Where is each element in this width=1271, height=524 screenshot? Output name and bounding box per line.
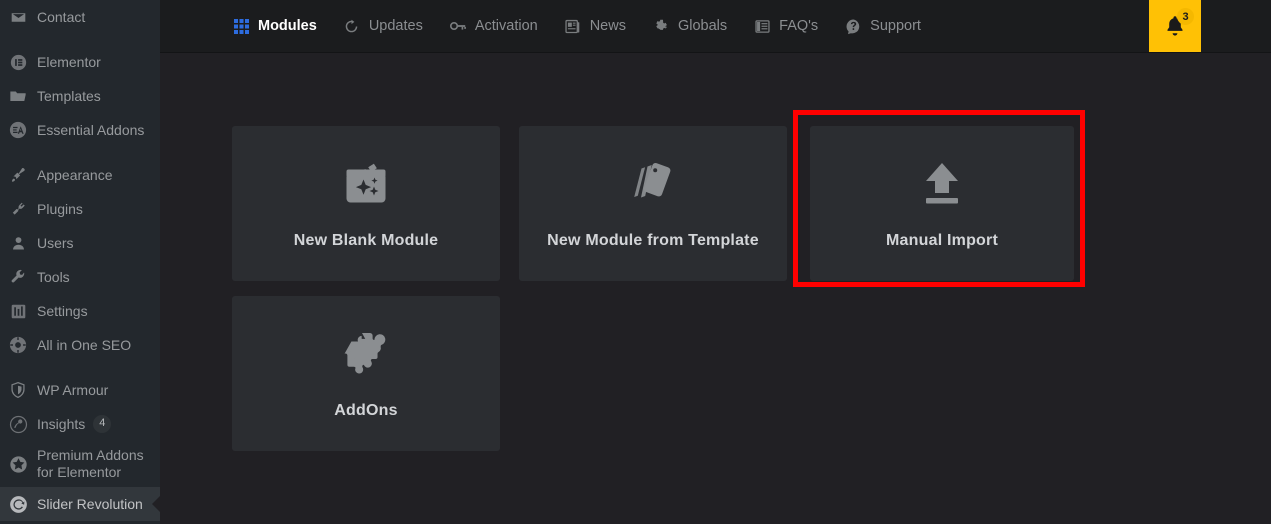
grid-icon (232, 17, 250, 35)
folder-icon (8, 86, 28, 106)
sidebar-item-contact[interactable]: Contact (0, 0, 160, 34)
sidebar-item-templates[interactable]: Templates (0, 79, 160, 113)
newspaper-icon (564, 17, 582, 35)
card-addons[interactable]: AddOns (232, 296, 500, 451)
sidebar-item-label: Plugins (37, 200, 83, 217)
tab-faqs[interactable]: FAQ's (753, 0, 818, 52)
sliders-icon (8, 301, 28, 321)
wrench-icon (8, 267, 28, 287)
sidebar-item-label: Settings (37, 302, 88, 319)
sidebar-item-label: Contact (37, 8, 86, 25)
sidebar-item-label: Insights (37, 415, 86, 432)
sidebar-divider (0, 362, 160, 373)
question-icon (844, 17, 862, 35)
sidebar-divider (0, 147, 160, 158)
user-icon (8, 233, 28, 253)
shield-icon (8, 380, 28, 400)
tab-support[interactable]: Support (844, 0, 921, 52)
sidebar-item-tools[interactable]: Tools (0, 260, 160, 294)
tab-label: Globals (677, 18, 728, 34)
modules-content-area: New Blank Module New Module from Templat… (160, 53, 1271, 524)
slider-revolution-modules-screen: Contact Elementor Templates Essential Ad… (0, 0, 1271, 524)
modules-top-navigation: Modules Updates Activation News Globals … (160, 0, 1271, 53)
sidebar-badge-count: 4 (93, 415, 112, 433)
sidebar-item-label: Elementor (37, 53, 101, 70)
wp-admin-sidebar: Contact Elementor Templates Essential Ad… (0, 0, 160, 524)
bell-icon (1162, 16, 1188, 43)
sidebar-item-elementor[interactable]: Elementor (0, 45, 160, 79)
tab-label: Activation (474, 18, 538, 34)
sidebar-item-premium-addons-for-elementor[interactable]: Premium Addons for Elementor (0, 441, 160, 487)
sidebar-item-settings[interactable]: Settings (0, 294, 160, 328)
sidebar-divider (0, 34, 160, 45)
notifications-button[interactable]: 3 (1149, 0, 1201, 52)
sidebar-item-label: Appearance (37, 166, 113, 183)
sidebar-item-label: Users (37, 234, 74, 251)
sidebar-item-users[interactable]: Users (0, 226, 160, 260)
mail-icon (8, 7, 28, 27)
sidebar-item-label: Premium Addons for Elementor (37, 447, 144, 480)
elementor-icon (8, 52, 28, 72)
tab-globals[interactable]: Globals (652, 0, 727, 52)
sidebar-item-insights[interactable]: Insights 4 (0, 407, 160, 441)
tab-label: Modules (258, 18, 317, 34)
key-icon (449, 17, 467, 35)
tab-label: News (589, 18, 626, 34)
sidebar-item-wp-armour[interactable]: WP Armour (0, 373, 160, 407)
paintbrush-icon (8, 165, 28, 185)
sidebar-item-all-in-one-seo[interactable]: All in One SEO (0, 328, 160, 362)
sidebar-item-label: Essential Addons (37, 121, 145, 138)
aioseo-icon (8, 335, 28, 355)
gear-icon (652, 17, 670, 35)
notification-count-badge: 3 (1177, 8, 1194, 25)
card-manual-import[interactable]: Manual Import (810, 126, 1074, 281)
template-cards-icon (627, 158, 679, 210)
upload-icon (916, 158, 968, 210)
slider-revolution-icon (8, 494, 28, 514)
sidebar-item-label: Templates (37, 87, 101, 104)
sidebar-item-label: Tools (37, 268, 70, 285)
essential-addons-icon (8, 120, 28, 140)
sidebar-item-plugins[interactable]: Plugins (0, 192, 160, 226)
card-new-blank-module[interactable]: New Blank Module (232, 126, 500, 281)
plug-icon (8, 199, 28, 219)
tab-news[interactable]: News (564, 0, 626, 52)
sidebar-item-label: Slider Revolution (37, 495, 143, 512)
sidebar-item-label: WP Armour (37, 381, 109, 398)
sidebar-item-slider-revolution[interactable]: Slider Revolution (0, 487, 160, 521)
tab-modules[interactable]: Modules (232, 0, 317, 52)
tab-label: FAQ's (779, 18, 819, 34)
tab-updates[interactable]: Updates (343, 0, 423, 52)
card-label: New Blank Module (293, 231, 439, 249)
card-label: New Module from Template (547, 231, 759, 249)
tab-label: Support (870, 18, 921, 34)
tab-activation[interactable]: Activation (449, 0, 538, 52)
card-new-module-from-template[interactable]: New Module from Template (519, 126, 787, 281)
insights-icon (8, 414, 28, 434)
sidebar-active-arrow-icon (152, 496, 160, 512)
card-label: AddOns (334, 401, 398, 419)
card-label: Manual Import (886, 231, 998, 249)
film-slate-sparkle-icon (340, 158, 392, 210)
star-badge-icon (8, 454, 28, 474)
sidebar-item-label: All in One SEO (37, 336, 132, 353)
puzzle-piece-icon (340, 328, 392, 380)
refresh-icon (343, 17, 361, 35)
sidebar-item-essential-addons[interactable]: Essential Addons (0, 113, 160, 147)
sidebar-item-appearance[interactable]: Appearance (0, 158, 160, 192)
tab-label: Updates (368, 18, 423, 34)
book-icon (753, 17, 771, 35)
